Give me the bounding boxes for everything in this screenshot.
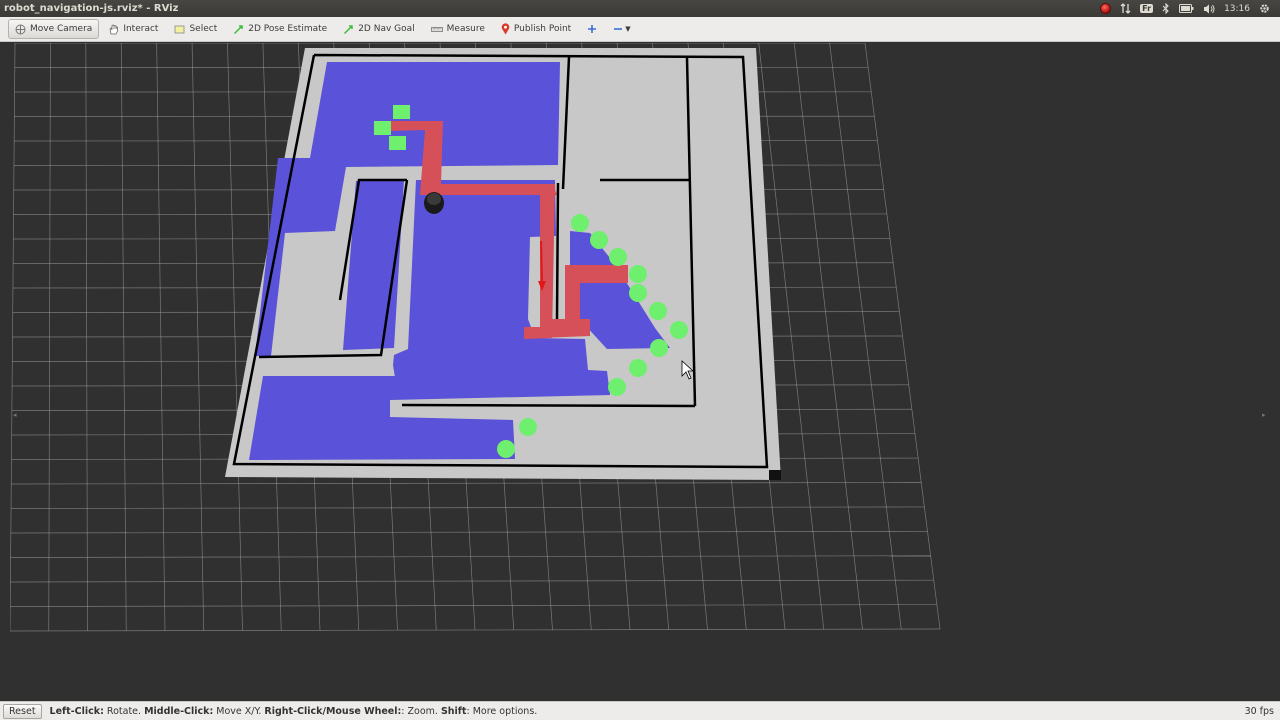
tool-label: 2D Pose Estimate <box>248 24 328 34</box>
window-title: robot_navigation-js.rviz* - RViz <box>4 3 179 14</box>
reset-button[interactable]: Reset <box>3 703 42 719</box>
frontier-marker <box>629 359 647 377</box>
render-viewport[interactable]: ◂ ▸ <box>10 43 1270 700</box>
frontier-marker <box>629 284 647 302</box>
map-origin-marker <box>769 470 781 480</box>
hint-key: Right-Click/Mouse Wheel: <box>264 705 402 717</box>
left-panel-handle[interactable]: ◂ <box>13 411 19 421</box>
tool-label: Measure <box>446 24 485 34</box>
frontier-cell <box>393 105 410 119</box>
tool-select[interactable]: Select <box>167 19 224 39</box>
frontier-cell <box>374 121 391 135</box>
plus-icon <box>587 24 597 34</box>
frontier-marker <box>649 302 667 320</box>
status-bar: Reset Left-Click: Rotate. Middle-Click: … <box>0 701 1280 720</box>
hint-key: Middle-Click: <box>144 705 214 717</box>
right-panel-handle[interactable]: ▸ <box>1262 411 1268 421</box>
frontier-marker <box>519 418 537 436</box>
tool-label: 2D Nav Goal <box>358 24 415 34</box>
hand-icon <box>108 24 119 35</box>
tool-publish-point[interactable]: Publish Point <box>494 19 578 39</box>
tool-interact[interactable]: Interact <box>101 19 165 39</box>
tool-toolbar: Move Camera Interact Select 2D Pose Esti… <box>0 17 1280 42</box>
battery-icon[interactable] <box>1179 4 1194 13</box>
green-arrow-icon <box>233 24 244 35</box>
minus-icon <box>613 24 623 34</box>
network-icon[interactable] <box>1120 3 1131 14</box>
system-tray: Fr 13:16 <box>1100 3 1280 14</box>
move-camera-icon <box>15 24 26 35</box>
frontier-marker <box>571 214 589 232</box>
chevron-down-icon: ▼ <box>625 25 631 33</box>
frontier-marker <box>608 378 626 396</box>
hint-text: : More options. <box>466 705 538 717</box>
hint-key: Left-Click: <box>49 705 104 717</box>
frontier-marker <box>629 265 647 283</box>
hint-text: Move X/Y. <box>213 705 265 717</box>
keyboard-layout-indicator[interactable]: Fr <box>1140 4 1154 13</box>
frontier-marker <box>590 231 608 249</box>
ruler-icon <box>430 24 443 35</box>
occupancy-map <box>225 48 781 480</box>
tool-label: Select <box>189 24 218 34</box>
tool-label: Move Camera <box>30 24 93 34</box>
volume-icon[interactable] <box>1203 4 1215 14</box>
fps-counter: 30 fps <box>1244 705 1274 717</box>
hint-key: Shift <box>440 705 467 717</box>
frontier-marker <box>650 339 668 357</box>
map-pin-icon <box>501 23 510 35</box>
bluetooth-icon[interactable] <box>1162 3 1170 14</box>
add-tool-button[interactable] <box>580 19 604 39</box>
scene-canvas[interactable] <box>10 43 1270 700</box>
hint-text: : Zoom. <box>401 705 441 717</box>
robot-model <box>424 192 444 214</box>
tool-2d-pose-estimate[interactable]: 2D Pose Estimate <box>226 19 334 39</box>
frontier-marker <box>497 440 515 458</box>
frontier-cell <box>389 136 406 150</box>
frontier-marker <box>609 248 627 266</box>
tool-2d-nav-goal[interactable]: 2D Nav Goal <box>336 19 421 39</box>
settings-gear-icon[interactable] <box>1259 3 1270 14</box>
hint-text: Rotate. <box>103 705 145 717</box>
window-titlebar: robot_navigation-js.rviz* - RViz Fr 13:1… <box>0 0 1280 17</box>
frontier-marker <box>670 321 688 339</box>
green-arrow-icon <box>343 24 354 35</box>
tool-label: Publish Point <box>513 24 572 34</box>
tool-label: Interact <box>123 24 159 34</box>
status-hint: Left-Click: Rotate. Middle-Click: Move X… <box>50 706 1245 717</box>
clock[interactable]: 13:16 <box>1224 4 1250 14</box>
select-box-icon <box>174 24 185 35</box>
record-indicator-icon[interactable] <box>1100 3 1112 14</box>
tool-move-camera[interactable]: Move Camera <box>8 19 100 39</box>
tool-measure[interactable]: Measure <box>424 19 492 39</box>
remove-tool-button[interactable]: ▼ <box>606 19 637 39</box>
